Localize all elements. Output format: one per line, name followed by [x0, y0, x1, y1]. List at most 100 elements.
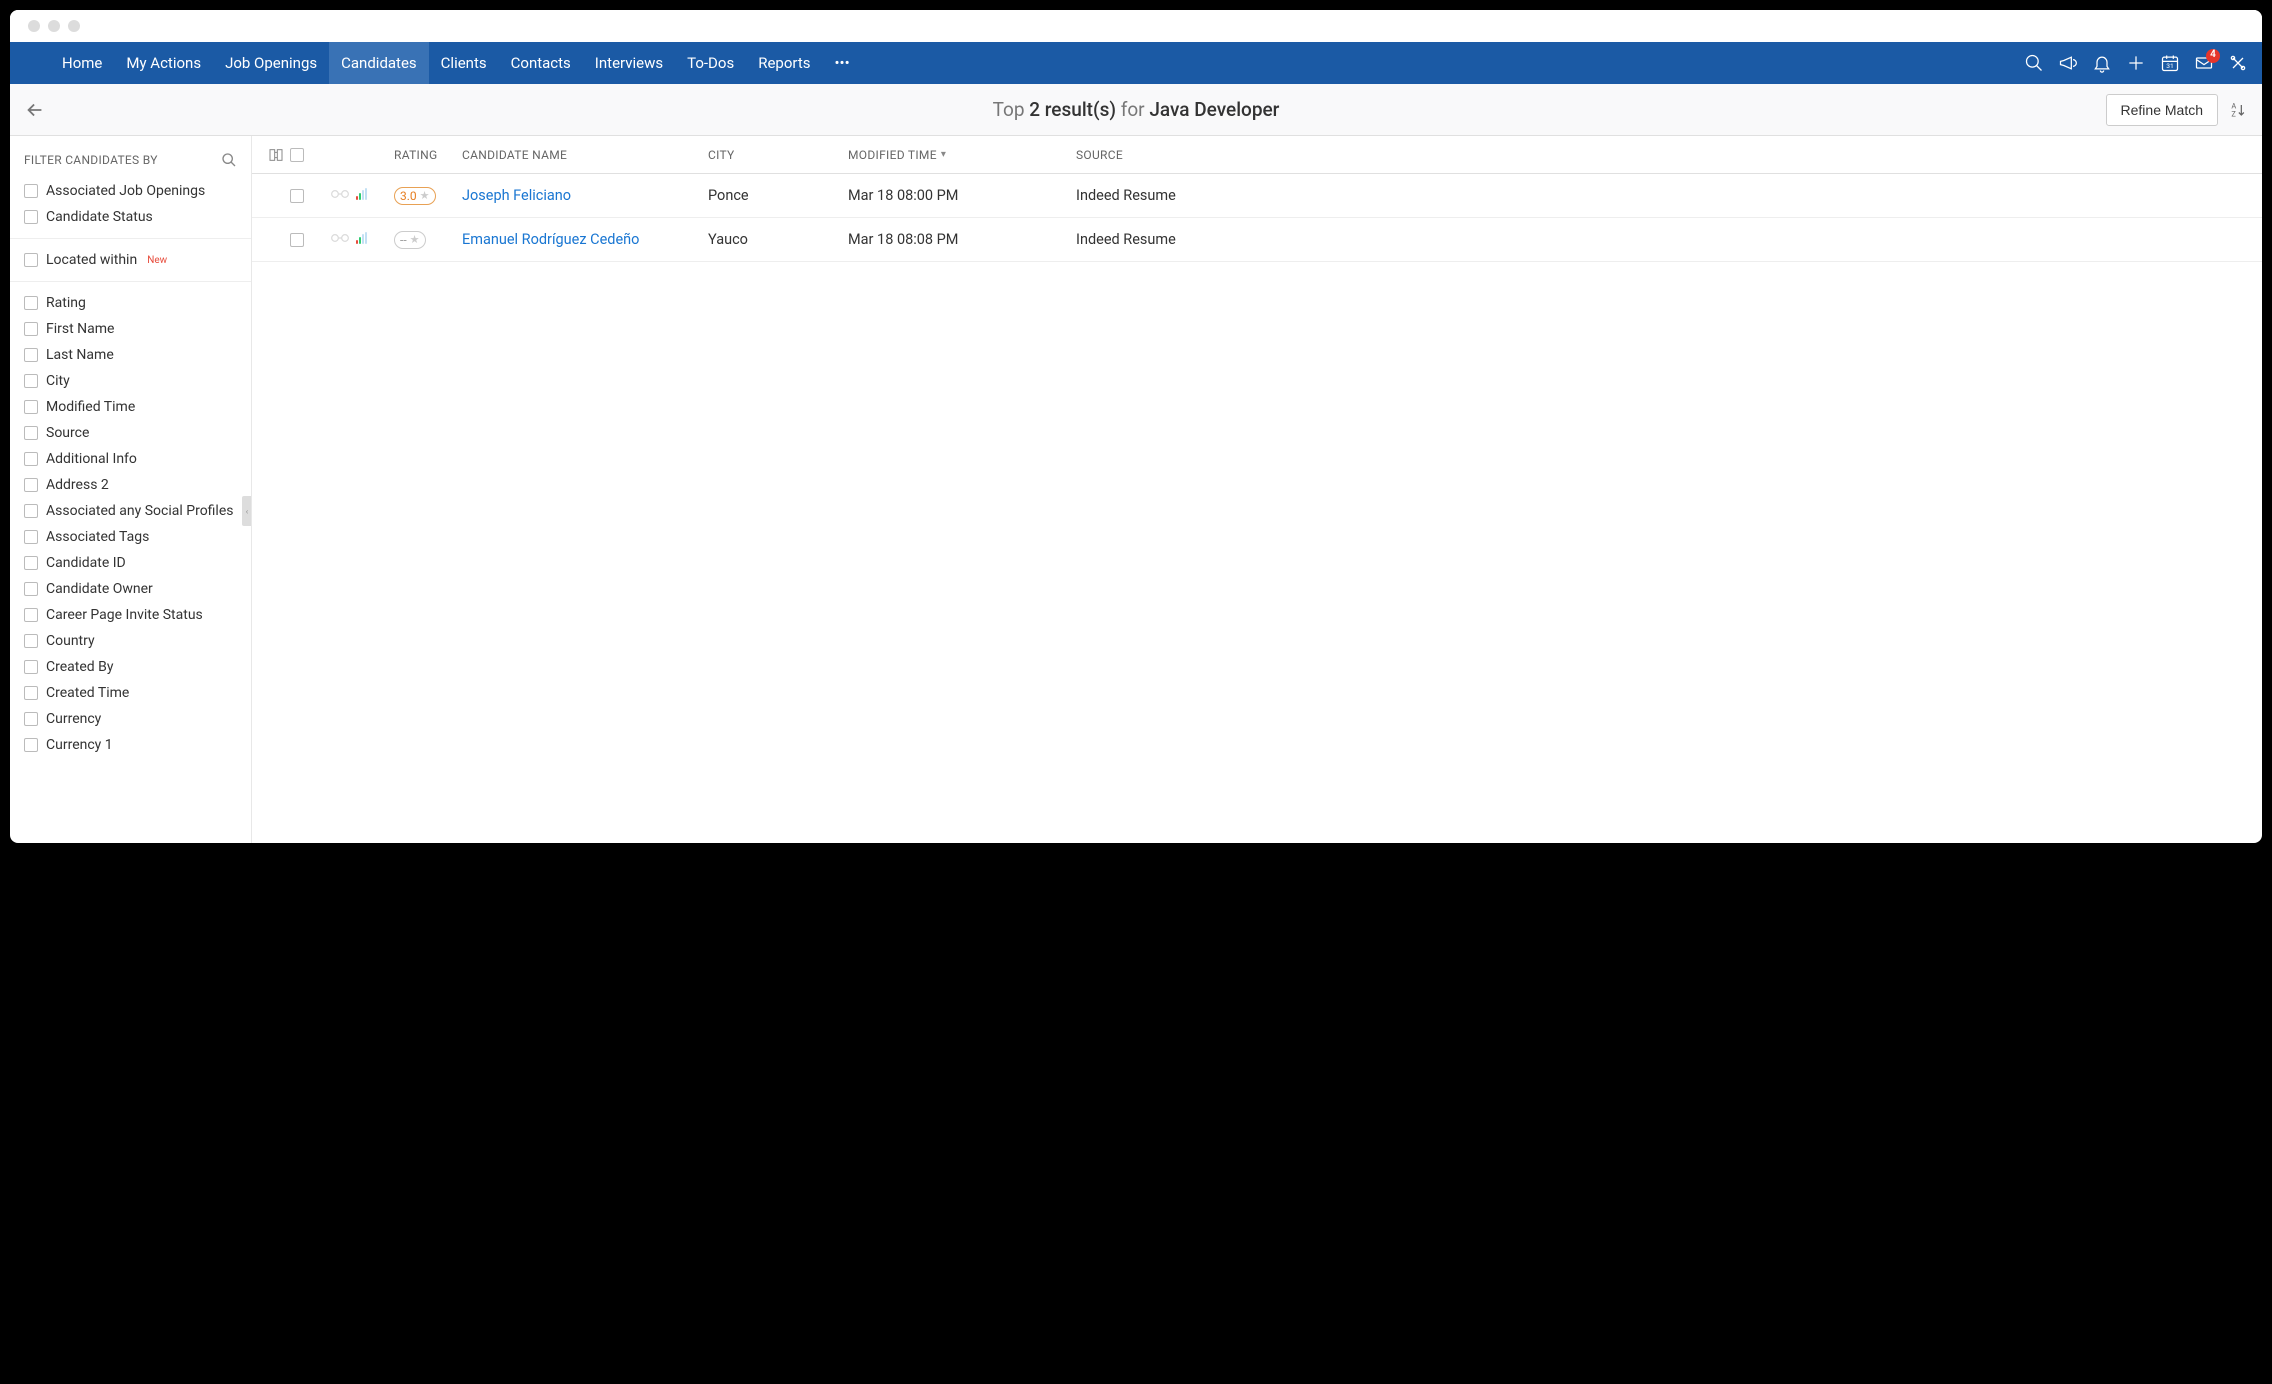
checkbox[interactable] — [24, 322, 38, 336]
filter-last-name[interactable]: Last Name — [24, 342, 243, 368]
filter-sidebar: FILTER CANDIDATES BY Associated Job Open… — [10, 136, 252, 843]
tools-icon[interactable] — [2228, 53, 2248, 73]
nav-candidates[interactable]: Candidates — [329, 42, 429, 84]
filter-address-2[interactable]: Address 2 — [24, 472, 243, 498]
checkbox[interactable] — [24, 712, 38, 726]
filter-source[interactable]: Source — [24, 420, 243, 446]
col-name-header[interactable]: CANDIDATE NAME — [462, 148, 708, 162]
filter-label: First Name — [46, 321, 114, 337]
hamburger-icon[interactable] — [10, 43, 50, 83]
sidebar-header: FILTER CANDIDATES BY — [24, 148, 243, 178]
filter-label: Candidate Owner — [46, 581, 153, 597]
mail-icon[interactable]: 4 — [2194, 53, 2214, 73]
nav-my-actions[interactable]: My Actions — [114, 42, 213, 84]
nav-job-openings[interactable]: Job Openings — [213, 42, 329, 84]
checkbox[interactable] — [24, 556, 38, 570]
filter-candidate-status[interactable]: Candidate Status — [24, 204, 243, 230]
filter-country[interactable]: Country — [24, 628, 243, 654]
glasses-icon[interactable] — [330, 188, 367, 200]
traffic-zoom[interactable] — [68, 20, 80, 32]
filter-first-name[interactable]: First Name — [24, 316, 243, 342]
subbar-actions: Refine Match AZ — [2106, 94, 2262, 126]
collapse-sidebar-handle[interactable]: ‹ — [242, 496, 252, 526]
checkbox[interactable] — [24, 686, 38, 700]
checkbox[interactable] — [24, 374, 38, 388]
checkbox[interactable] — [24, 253, 38, 267]
traffic-minimize[interactable] — [48, 20, 60, 32]
checkbox[interactable] — [24, 660, 38, 674]
col-city-header[interactable]: CITY — [708, 148, 848, 162]
filter-candidate-id[interactable]: Candidate ID — [24, 550, 243, 576]
search-filters-icon[interactable] — [221, 152, 237, 168]
checkbox[interactable] — [24, 478, 38, 492]
nav-reports[interactable]: Reports — [746, 42, 822, 84]
filter-label: Created By — [46, 659, 113, 675]
filter-associated-job-openings[interactable]: Associated Job Openings — [24, 178, 243, 204]
candidate-link[interactable]: Joseph Feliciano — [462, 187, 571, 204]
rating-pill[interactable]: 3.0★ — [394, 187, 436, 205]
filter-located-within[interactable]: Located within New — [24, 247, 243, 273]
col-source-header[interactable]: SOURCE — [1076, 148, 2262, 162]
checkbox[interactable] — [24, 582, 38, 596]
checkbox[interactable] — [24, 452, 38, 466]
sort-az-icon[interactable]: AZ — [2228, 100, 2248, 120]
rating-pill[interactable]: --★ — [394, 231, 426, 249]
nav-clients[interactable]: Clients — [429, 42, 499, 84]
filter-created-by[interactable]: Created By — [24, 654, 243, 680]
table-row: --★Emanuel Rodríguez CedeñoYaucoMar 18 0… — [252, 218, 2262, 262]
glasses-icon[interactable] — [330, 232, 367, 244]
megaphone-icon[interactable] — [2058, 53, 2078, 73]
nav-contacts[interactable]: Contacts — [499, 42, 583, 84]
nav-home[interactable]: Home — [50, 42, 114, 84]
chevron-down-icon: ▾ — [941, 149, 946, 160]
row-checkbox[interactable] — [290, 189, 304, 203]
checkbox[interactable] — [24, 634, 38, 648]
nav-todos[interactable]: To-Dos — [675, 42, 746, 84]
refine-match-button[interactable]: Refine Match — [2106, 94, 2218, 126]
time-cell: Mar 18 08:08 PM — [848, 231, 1076, 248]
checkbox[interactable] — [24, 608, 38, 622]
checkbox[interactable] — [24, 530, 38, 544]
filter-currency-1[interactable]: Currency 1 — [24, 732, 243, 758]
plus-icon[interactable] — [2126, 53, 2146, 73]
checkbox[interactable] — [24, 184, 38, 198]
search-icon[interactable] — [2024, 53, 2044, 73]
row-checkbox[interactable] — [290, 233, 304, 247]
window-titlebar — [10, 10, 2262, 42]
traffic-close[interactable] — [28, 20, 40, 32]
table-row: 3.0★Joseph FelicianoPonceMar 18 08:00 PM… — [252, 174, 2262, 218]
bell-icon[interactable] — [2092, 53, 2112, 73]
filter-associated-any-social-profiles[interactable]: Associated any Social Profiles — [24, 498, 243, 524]
nav-interviews[interactable]: Interviews — [583, 42, 675, 84]
filter-associated-tags[interactable]: Associated Tags — [24, 524, 243, 550]
col-rating-header[interactable]: RATING — [394, 148, 462, 162]
back-button[interactable] — [10, 99, 60, 121]
checkbox[interactable] — [24, 296, 38, 310]
column-settings-icon[interactable] — [262, 147, 290, 163]
nav-tabs: Home My Actions Job Openings Candidates … — [50, 42, 2024, 84]
filter-currency[interactable]: Currency — [24, 706, 243, 732]
calendar-icon[interactable]: 31 — [2160, 53, 2180, 73]
candidate-link[interactable]: Emanuel Rodríguez Cedeño — [462, 231, 639, 248]
checkbox[interactable] — [24, 738, 38, 752]
checkbox[interactable] — [24, 210, 38, 224]
nav-more[interactable]: ••• — [822, 42, 861, 84]
title-job: Java Developer — [1149, 98, 1279, 121]
filter-career-page-invite-status[interactable]: Career Page Invite Status — [24, 602, 243, 628]
filter-additional-info[interactable]: Additional Info — [24, 446, 243, 472]
checkbox[interactable] — [24, 504, 38, 518]
select-all-checkbox[interactable] — [290, 148, 304, 162]
filter-candidate-owner[interactable]: Candidate Owner — [24, 576, 243, 602]
svg-text:Z: Z — [2231, 109, 2236, 118]
filter-created-time[interactable]: Created Time — [24, 680, 243, 706]
filter-label: Address 2 — [46, 477, 109, 493]
col-time-header[interactable]: MODIFIED TIME▾ — [848, 148, 1076, 162]
filter-label: Candidate ID — [46, 555, 126, 571]
filter-city[interactable]: City — [24, 368, 243, 394]
checkbox[interactable] — [24, 400, 38, 414]
checkbox[interactable] — [24, 426, 38, 440]
results-title: Top 2 result(s) for Java Developer — [993, 98, 1280, 121]
checkbox[interactable] — [24, 348, 38, 362]
filter-modified-time[interactable]: Modified Time — [24, 394, 243, 420]
filter-rating[interactable]: Rating — [24, 290, 243, 316]
